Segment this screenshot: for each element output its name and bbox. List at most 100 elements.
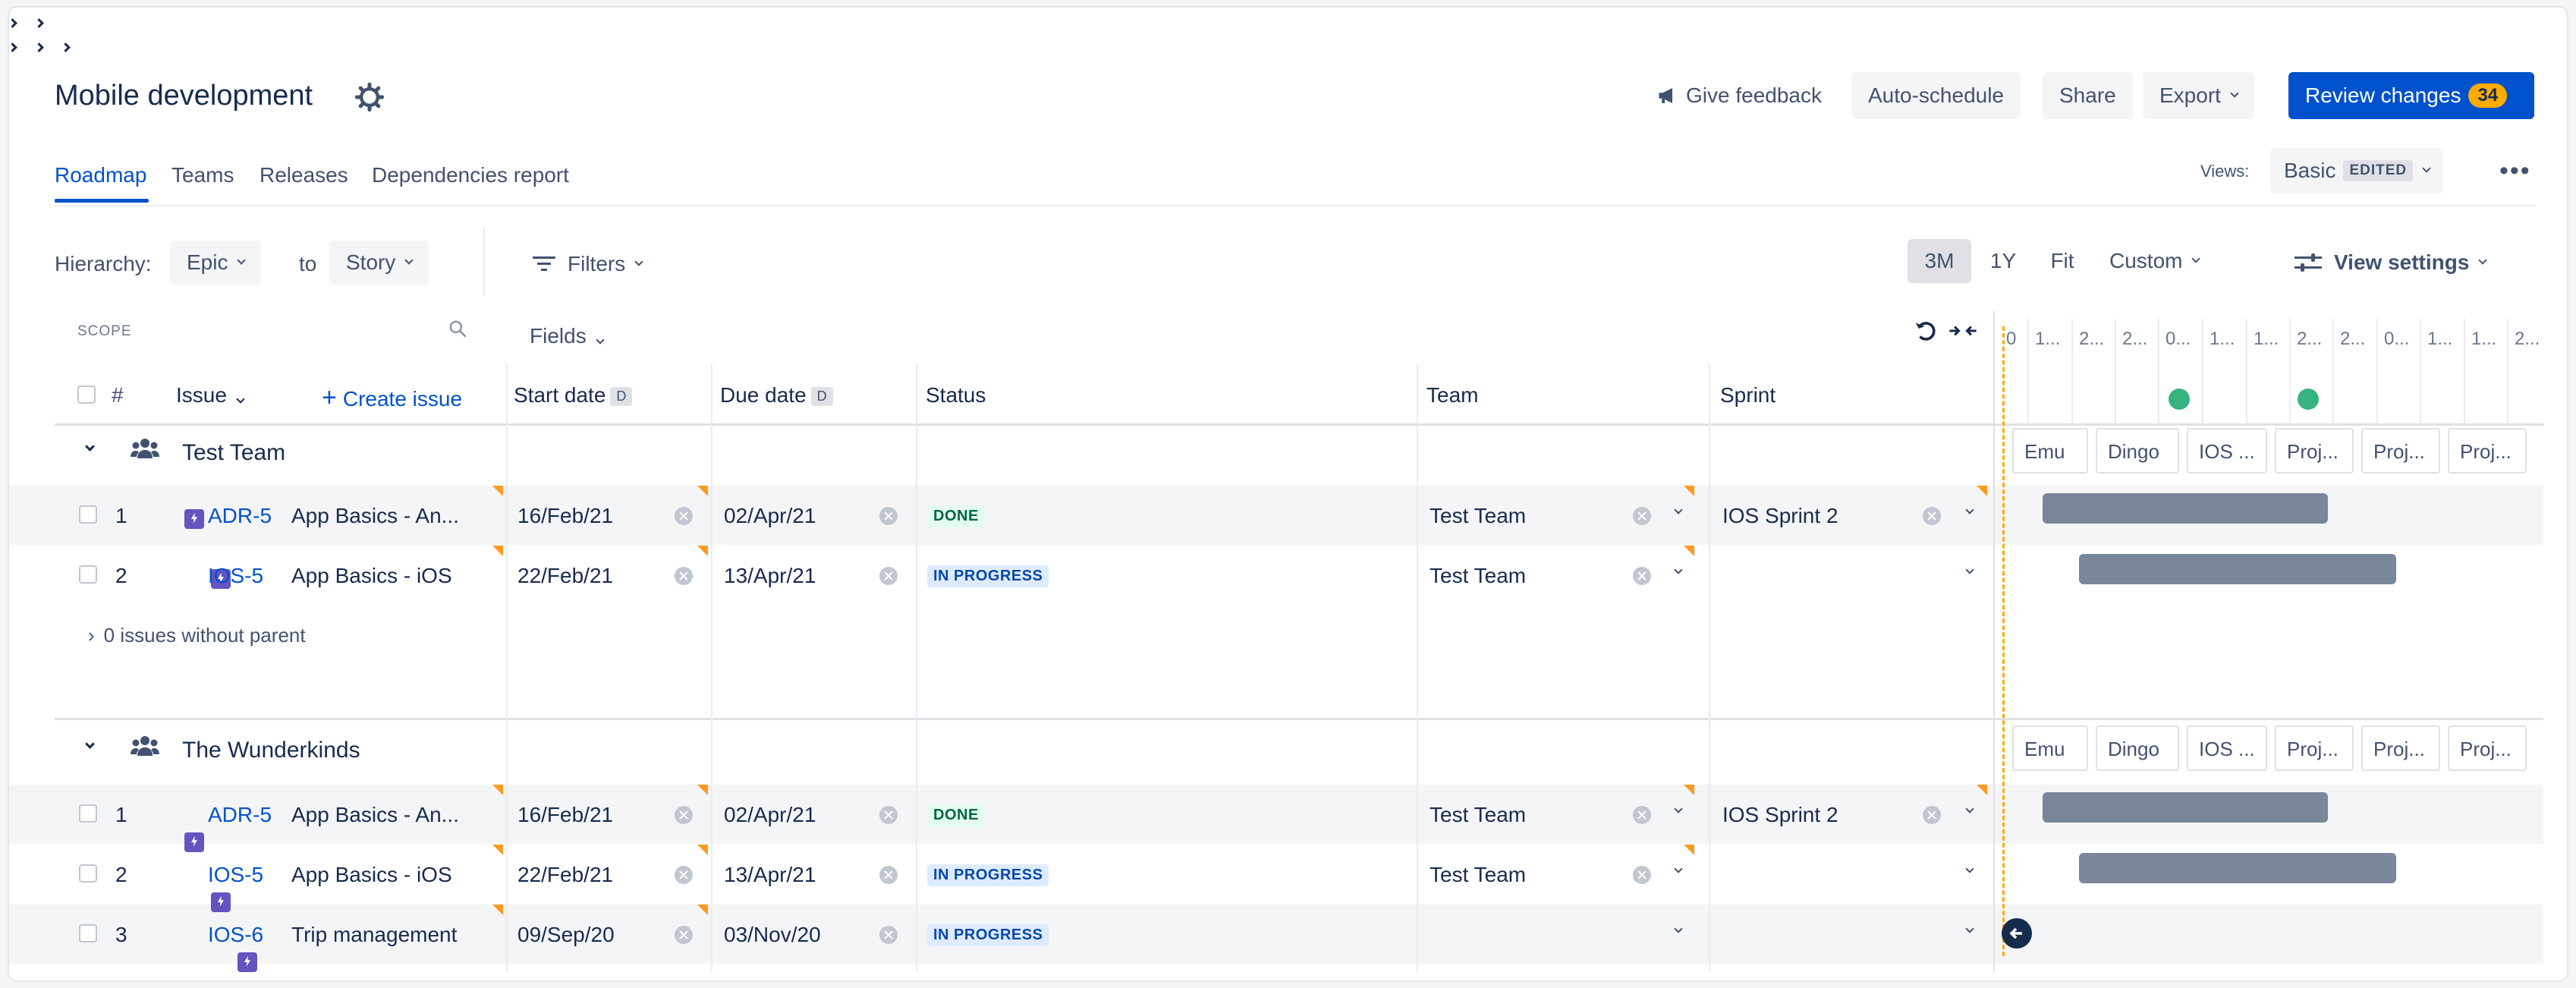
issue-summary[interactable]: App Basics - iOS <box>291 564 452 588</box>
chevron-down-icon[interactable] <box>1674 864 1683 873</box>
issue-key[interactable]: IOS-5 <box>208 564 263 588</box>
due-date[interactable]: 13/Apr/21 <box>724 863 816 887</box>
clear-icon[interactable] <box>1633 866 1651 884</box>
clear-icon[interactable] <box>1923 507 1941 525</box>
auto-schedule-button[interactable]: Auto-schedule <box>1851 72 2021 119</box>
column-sprint[interactable]: Sprint <box>1720 383 1776 407</box>
chevron-down-icon[interactable] <box>1674 565 1683 574</box>
more-icon[interactable]: ••• <box>2499 156 2531 186</box>
sprint-lane[interactable]: Proj... <box>2275 725 2354 771</box>
tab-releases[interactable]: Releases <box>259 163 348 187</box>
row-checkbox[interactable] <box>79 804 97 823</box>
row-checkbox[interactable] <box>79 924 97 942</box>
issue-key[interactable]: IOS-6 <box>208 923 263 947</box>
tab-teams[interactable]: Teams <box>171 163 234 187</box>
give-feedback-button[interactable]: Give feedback <box>1640 72 1838 119</box>
column-due-date[interactable]: Due date D <box>720 383 833 407</box>
select-all-checkbox[interactable] <box>77 385 96 404</box>
row-checkbox[interactable] <box>79 505 97 524</box>
scroll-to-bar-button[interactable] <box>2002 918 2032 949</box>
start-date[interactable]: 22/Feb/21 <box>517 863 613 887</box>
due-date[interactable]: 02/Apr/21 <box>724 803 816 827</box>
share-button[interactable]: Share <box>2043 72 2133 119</box>
hierarchy-from-select[interactable]: Epic <box>170 241 262 285</box>
sprint-lane[interactable]: Proj... <box>2275 428 2354 474</box>
clear-icon[interactable] <box>675 567 693 585</box>
review-changes-button[interactable]: Review changes 34 <box>2288 72 2534 119</box>
team-value[interactable]: Test Team <box>1430 803 1526 827</box>
issue-key[interactable]: ADR-5 <box>208 803 272 827</box>
chevron-right-icon[interactable] <box>34 42 44 52</box>
status-lozenge[interactable]: IN PROGRESS <box>927 924 1049 946</box>
due-date[interactable]: 13/Apr/21 <box>724 564 816 588</box>
sprint-lane[interactable]: Proj... <box>2448 725 2527 771</box>
column-team[interactable]: Team <box>1426 383 1478 407</box>
zoom-custom-select[interactable]: Custom <box>2093 239 2216 283</box>
issues-without-parent[interactable]: › 0 issues without parent <box>88 624 306 647</box>
start-date[interactable]: 09/Sep/20 <box>517 923 615 947</box>
hierarchy-to-select[interactable]: Story <box>329 241 429 285</box>
undo-icon[interactable] <box>1912 317 1939 345</box>
team-value[interactable]: Test Team <box>1430 564 1526 588</box>
clear-icon[interactable] <box>1633 567 1651 585</box>
clear-icon[interactable] <box>1633 507 1651 525</box>
sprint-lane[interactable]: IOS ... <box>2187 725 2267 771</box>
view-settings-button[interactable]: View settings <box>2294 250 2488 275</box>
sprint-value[interactable]: IOS Sprint 2 <box>1722 803 1838 827</box>
views-select[interactable]: Basic EDITED <box>2270 148 2444 194</box>
chevron-right-icon[interactable] <box>9 42 17 52</box>
release-marker[interactable] <box>2298 389 2319 410</box>
clear-icon[interactable] <box>879 926 898 944</box>
issue-summary[interactable]: Trip management <box>291 923 457 947</box>
clear-icon[interactable] <box>675 507 693 525</box>
issue-summary[interactable]: App Basics - An... <box>291 504 459 528</box>
sprint-lane[interactable]: Emu <box>2012 725 2088 771</box>
clear-icon[interactable] <box>879 866 898 884</box>
clear-icon[interactable] <box>879 806 898 824</box>
zoom-3m-button[interactable]: 3M <box>1908 239 1971 283</box>
timeline-bar[interactable] <box>2079 853 2396 883</box>
issue-key[interactable]: ADR-5 <box>208 504 272 528</box>
sprint-lane[interactable]: Dingo <box>2096 428 2179 474</box>
clear-icon[interactable] <box>1923 806 1941 824</box>
release-marker[interactable] <box>2169 389 2190 410</box>
clear-icon[interactable] <box>1633 806 1651 824</box>
search-icon[interactable] <box>448 319 467 338</box>
zoom-fit-button[interactable]: Fit <box>2033 239 2091 283</box>
clear-icon[interactable] <box>675 926 693 944</box>
chevron-right-icon[interactable] <box>34 18 44 28</box>
chevron-right-icon[interactable] <box>61 42 71 52</box>
timeline-bar[interactable] <box>2079 554 2396 584</box>
collapse-arrows-icon[interactable] <box>1949 320 1977 341</box>
team-value[interactable]: Test Team <box>1430 504 1526 528</box>
filters-button[interactable]: Filters <box>533 252 643 276</box>
start-date[interactable]: 22/Feb/21 <box>517 564 613 588</box>
row-checkbox[interactable] <box>79 864 97 883</box>
export-button[interactable]: Export <box>2143 72 2254 119</box>
chevron-down-icon[interactable] <box>1965 565 1974 574</box>
due-date[interactable]: 03/Nov/20 <box>724 923 821 947</box>
due-date[interactable]: 02/Apr/21 <box>724 504 816 528</box>
clear-icon[interactable] <box>675 866 693 884</box>
issue-key[interactable]: IOS-5 <box>208 863 263 887</box>
column-status[interactable]: Status <box>926 383 986 407</box>
clear-icon[interactable] <box>675 806 693 824</box>
gear-icon[interactable] <box>354 82 385 112</box>
column-start-date[interactable]: Start date D <box>514 383 633 407</box>
start-date[interactable]: 16/Feb/21 <box>517 504 613 528</box>
clear-icon[interactable] <box>879 507 898 525</box>
sprint-lane[interactable]: Proj... <box>2448 428 2527 474</box>
sprint-lane[interactable]: IOS ... <box>2187 428 2267 474</box>
create-issue-button[interactable]: + Create issue <box>322 383 462 413</box>
start-date[interactable]: 16/Feb/21 <box>517 803 613 827</box>
sprint-value[interactable]: IOS Sprint 2 <box>1722 504 1838 528</box>
team-value[interactable]: Test Team <box>1430 863 1526 887</box>
timeline-bar[interactable] <box>2043 792 2328 823</box>
clear-icon[interactable] <box>879 567 898 585</box>
tab-roadmap[interactable]: Roadmap <box>55 163 146 187</box>
status-lozenge[interactable]: IN PROGRESS <box>927 864 1049 886</box>
sprint-lane[interactable]: Emu <box>2012 428 2088 474</box>
status-lozenge[interactable]: IN PROGRESS <box>927 565 1049 587</box>
column-issue[interactable]: Issue <box>176 383 245 407</box>
sprint-lane[interactable]: Proj... <box>2361 725 2440 771</box>
